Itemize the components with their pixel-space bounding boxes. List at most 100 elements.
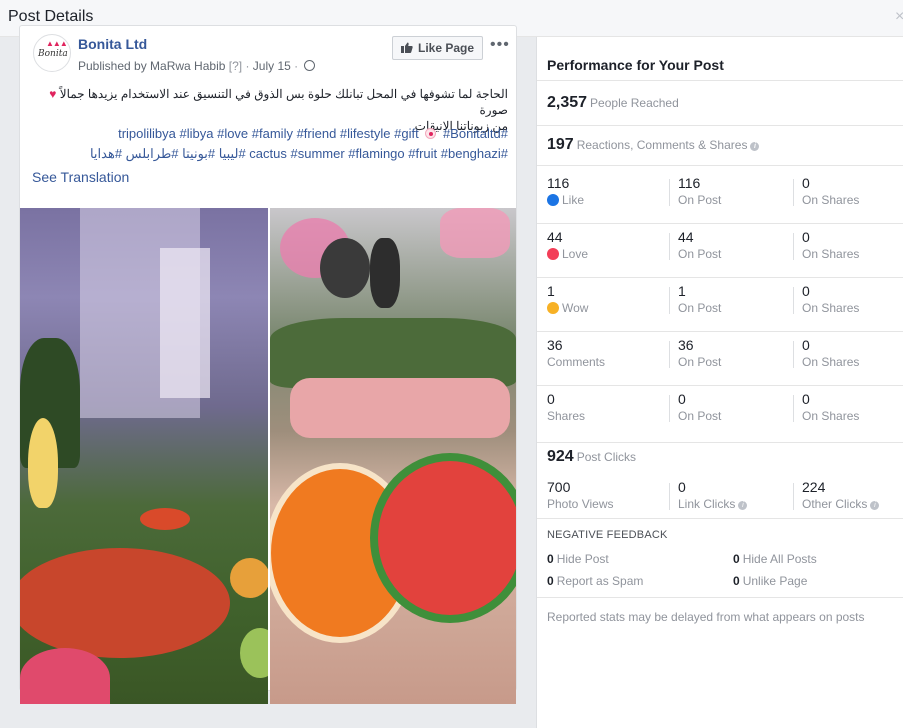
reaction-label-text: Like bbox=[562, 193, 585, 207]
link-clicks-value: 0 bbox=[678, 479, 686, 495]
page-name-link[interactable]: Bonita Ltd bbox=[78, 36, 147, 52]
like-icon bbox=[547, 194, 559, 206]
divider bbox=[537, 165, 903, 166]
engagement-label: Reactions, Comments & Shares bbox=[576, 138, 748, 152]
on-post-label: On Post bbox=[678, 193, 722, 207]
wow-icon bbox=[547, 302, 559, 314]
row-divider bbox=[537, 331, 903, 332]
on-shares-value: 0 bbox=[802, 391, 810, 407]
reaction-label-text: Wow bbox=[562, 301, 589, 315]
on-shares-label: On Shares bbox=[802, 355, 860, 369]
reaction-total-value: 36 bbox=[547, 337, 563, 353]
on-shares-label: On Shares bbox=[802, 409, 860, 423]
divider bbox=[537, 597, 903, 598]
love-icon bbox=[547, 248, 559, 260]
on-post-label: On Post bbox=[678, 301, 722, 315]
post-clicks-value: 924 bbox=[547, 448, 574, 465]
on-shares-label: On Shares bbox=[802, 193, 860, 207]
unlike-page-stat: 0 Unlike Page bbox=[733, 574, 808, 588]
performance-panel: Performance for Your Post 2,357 People Re… bbox=[536, 37, 903, 728]
divider bbox=[537, 80, 903, 81]
divider bbox=[537, 125, 903, 126]
link-clicks-label: Link Clicks i bbox=[678, 497, 748, 511]
info-icon[interactable]: i bbox=[870, 501, 880, 510]
column-divider bbox=[669, 233, 670, 260]
reaction-total-value: 1 bbox=[547, 283, 555, 299]
published-by-text: Published by MaRwa Habib bbox=[78, 59, 226, 73]
more-options-icon[interactable]: ••• bbox=[490, 36, 510, 54]
post-card: ▲▲▲ Bonita Bonita Ltd Published by MaRwa… bbox=[19, 25, 517, 704]
on-post-value: 36 bbox=[678, 337, 694, 353]
on-shares-value: 0 bbox=[802, 229, 810, 245]
reaction-label-text: Comments bbox=[547, 355, 606, 369]
row-divider bbox=[537, 277, 903, 278]
on-post-value: 116 bbox=[678, 175, 701, 191]
negative-feedback-title: NEGATIVE FEEDBACK bbox=[547, 529, 668, 541]
people-reached-stat: 2,357 People Reached bbox=[547, 94, 679, 112]
published-by-line: Published by MaRwa Habib [?] · July 15 · bbox=[78, 59, 315, 73]
post-clicks-stat: 924 Post Clicks bbox=[547, 448, 636, 466]
report-spam-stat: 0 Report as Spam bbox=[547, 574, 644, 588]
reaction-total-label: Shares bbox=[547, 409, 585, 423]
column-divider bbox=[669, 287, 670, 314]
reaction-label-text: Shares bbox=[547, 409, 586, 423]
on-shares-value: 0 bbox=[802, 337, 810, 353]
hashtags-line1-end[interactable]: #Bonitaltd bbox=[443, 126, 501, 141]
on-shares-value: 0 bbox=[802, 283, 810, 299]
post-clicks-label: Post Clicks bbox=[576, 450, 637, 464]
on-post-value: 0 bbox=[678, 391, 686, 407]
post-date[interactable]: July 15 bbox=[253, 59, 291, 73]
info-icon[interactable]: i bbox=[750, 142, 760, 151]
thumbs-up-icon bbox=[401, 42, 413, 53]
on-post-value: 1 bbox=[678, 283, 686, 299]
engagement-value: 197 bbox=[547, 136, 574, 153]
post-message-line1-end: صورة bbox=[479, 103, 508, 117]
row-divider bbox=[537, 223, 903, 224]
reaction-total-value: 0 bbox=[547, 391, 555, 407]
reaction-total-label: Wow bbox=[547, 301, 588, 315]
other-clicks-label: Other Clicks i bbox=[802, 497, 880, 511]
crown-icon: ▲▲▲ bbox=[46, 39, 68, 48]
on-post-label: On Post bbox=[678, 409, 722, 423]
divider bbox=[537, 442, 903, 443]
reaction-total-label: Like bbox=[547, 193, 584, 207]
reaction-total-value: 44 bbox=[547, 229, 563, 245]
gift-emoji-icon bbox=[425, 128, 437, 139]
column-divider bbox=[793, 233, 794, 260]
hide-all-posts-stat: 0 Hide All Posts bbox=[733, 552, 817, 566]
hashtags-line2[interactable]: #cactus #summer #flamingo #fruit #bengha… bbox=[90, 146, 508, 161]
column-divider bbox=[793, 395, 794, 422]
photo-views-label: Photo Views bbox=[547, 497, 614, 511]
column-divider bbox=[793, 341, 794, 368]
heart-icon: ♥ bbox=[49, 87, 57, 101]
divider bbox=[537, 518, 903, 519]
on-post-label: On Post bbox=[678, 247, 722, 261]
reaction-total-label: Love bbox=[547, 247, 588, 261]
page-avatar[interactable]: ▲▲▲ Bonita bbox=[33, 34, 71, 72]
see-translation-link[interactable]: See Translation bbox=[32, 169, 129, 185]
column-divider bbox=[793, 179, 794, 206]
on-post-label: On Post bbox=[678, 355, 722, 369]
like-page-label: Like Page bbox=[418, 41, 475, 55]
column-divider bbox=[793, 287, 794, 314]
people-reached-value: 2,357 bbox=[547, 94, 588, 111]
engagement-stat: 197 Reactions, Comments & Shares i bbox=[547, 136, 760, 154]
post-photo-fruit-pillows[interactable] bbox=[270, 208, 516, 704]
help-marker[interactable]: [?] bbox=[229, 59, 242, 73]
hide-post-stat: 0 Hide Post bbox=[547, 552, 609, 566]
post-hashtags: #tripolilibya #libya #love #family #frie… bbox=[32, 124, 508, 164]
like-page-button[interactable]: Like Page bbox=[392, 36, 484, 60]
people-reached-label: People Reached bbox=[590, 96, 679, 110]
other-clicks-value: 224 bbox=[802, 479, 826, 495]
dialog-title: Post Details bbox=[8, 8, 94, 25]
post-photo-garden[interactable] bbox=[20, 208, 268, 704]
reaction-label-text: Love bbox=[562, 247, 589, 261]
column-divider bbox=[669, 341, 670, 368]
reaction-total-label: Comments bbox=[547, 355, 605, 369]
on-post-value: 44 bbox=[678, 229, 694, 245]
info-icon[interactable]: i bbox=[738, 501, 748, 510]
close-icon[interactable]: × bbox=[895, 8, 903, 26]
avatar-logo-text: Bonita bbox=[38, 49, 68, 59]
reaction-total-value: 116 bbox=[547, 175, 570, 191]
row-divider bbox=[537, 385, 903, 386]
